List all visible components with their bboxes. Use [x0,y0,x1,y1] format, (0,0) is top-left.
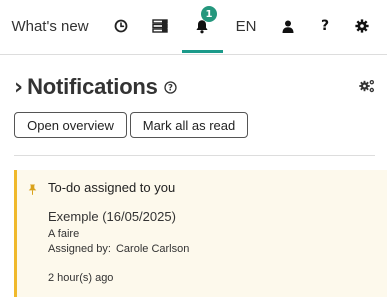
help-circle-icon[interactable]: ? [164,80,177,94]
recent-activity-button[interactable] [104,0,138,52]
help-icon: ? [320,18,330,34]
notification-preferences-button[interactable] [358,78,376,99]
collapse-chevron-icon[interactable]: › [14,75,23,100]
user-menu-button[interactable] [271,0,305,52]
whats-new-label: What's new [11,17,89,35]
clock-icon [114,19,128,33]
open-overview-button[interactable]: Open overview [14,112,127,138]
page-title: Notifications [27,74,158,99]
notification-subject[interactable]: Exemple (16/05/2025) [48,209,176,224]
pin-icon [28,182,37,200]
cogs-icon [359,80,374,93]
notification-title: To-do assigned to you [48,180,176,195]
help-button[interactable]: ? [308,0,342,52]
notification-item[interactable]: To-do assigned to you Exemple (16/05/202… [14,170,387,297]
svg-text:?: ? [168,83,173,93]
language-label: EN [235,17,257,35]
notification-assigned-by: Assigned by: Carole Carlson [48,243,189,255]
gear-icon [355,19,369,33]
notification-timestamp: 2 hour(s) ago [48,272,114,284]
user-icon [282,20,294,33]
assigned-by-name: Carole Carlson [115,243,190,255]
whats-new-link[interactable]: What's new [0,0,100,52]
language-selector[interactable]: EN [229,0,263,52]
todo-list-button[interactable] [143,0,177,52]
divider [14,155,375,156]
top-navigation-bar: What's new 1 EN ? [0,0,387,55]
assigned-by-label: Assigned by: [48,243,111,255]
active-tab-indicator [182,50,223,53]
mark-all-read-button[interactable]: Mark all as read [130,112,248,138]
page-header: › Notifications ? [14,70,177,104]
notification-count-badge: 1 [201,6,217,22]
list-icon [152,19,168,33]
settings-button[interactable] [345,0,379,52]
notification-description: A faire [48,228,80,240]
